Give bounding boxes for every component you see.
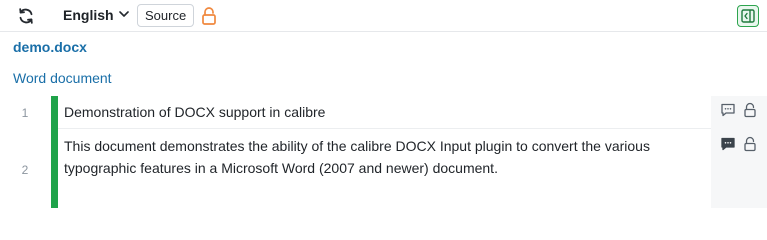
toolbar: English Source	[0, 0, 767, 32]
segment-number: 1	[21, 106, 29, 120]
refresh-icon[interactable]	[16, 6, 36, 26]
segment-editor[interactable]: This document demonstrates the ability o…	[58, 128, 711, 208]
chevron-down-icon	[118, 7, 130, 23]
segment-status-bar	[51, 96, 58, 128]
segment-text: Demonstration of DOCX support in calibre	[64, 104, 326, 120]
lock-open-icon[interactable]	[200, 6, 218, 26]
segment-editor[interactable]: Demonstration of DOCX support in calibre	[58, 96, 711, 128]
comment-icon[interactable]	[720, 102, 736, 118]
comment-filled-icon[interactable]	[720, 136, 736, 152]
segment-row: 2 This document demonstrates the ability…	[0, 128, 767, 208]
segment-text: This document demonstrates the ability o…	[64, 138, 650, 176]
segment-status-bar	[51, 128, 58, 208]
source-button[interactable]: Source	[137, 4, 195, 27]
segment-actions	[711, 96, 767, 128]
language-label: English	[63, 7, 114, 23]
panel-collapse-icon[interactable]	[737, 5, 759, 27]
segment-row: 1 Demonstration of DOCX support in calib…	[0, 96, 767, 128]
lock-open-icon[interactable]	[742, 136, 758, 152]
language-selector[interactable]: English	[63, 7, 130, 23]
segment-actions	[711, 128, 767, 208]
document-type: Word document	[13, 70, 112, 86]
lock-open-icon[interactable]	[742, 102, 758, 118]
translation-editor: English Source demo.docx Word document 1…	[0, 0, 767, 208]
file-title[interactable]: demo.docx	[13, 39, 87, 55]
segment-number: 2	[21, 163, 29, 177]
